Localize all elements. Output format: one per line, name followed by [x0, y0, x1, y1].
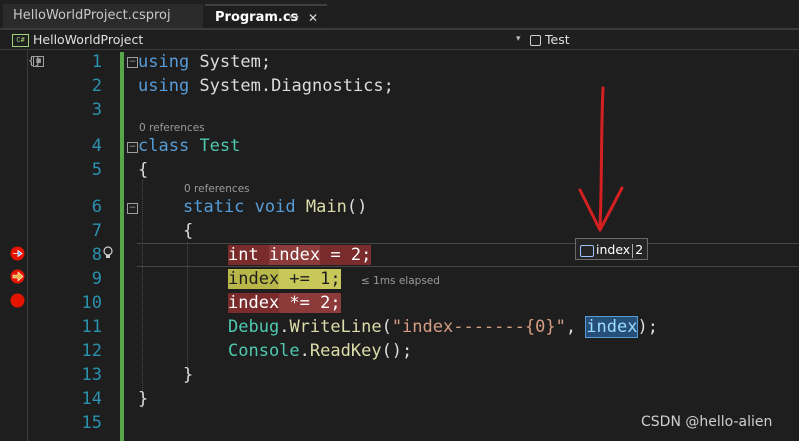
code-line-14: }	[138, 389, 149, 409]
code-line-1: using System;	[138, 52, 272, 72]
datatip-name: index	[596, 242, 631, 257]
collapse-icon[interactable]: −	[127, 203, 138, 214]
tab-label: Program.cs	[215, 10, 299, 25]
breakpoint-icon[interactable]	[10, 293, 25, 308]
code-line-12: Console.ReadKey();	[228, 341, 413, 361]
collapse-icon[interactable]: −	[127, 142, 138, 153]
change-tracking-bar	[120, 52, 124, 441]
line-number: 4	[91, 136, 102, 156]
code-line-4: class Test	[138, 136, 241, 156]
code-line-2: using System.Diagnostics;	[138, 76, 394, 96]
line-number: 11	[81, 317, 102, 337]
line-number: 3	[91, 100, 102, 120]
lightbulb-icon[interactable]	[103, 246, 113, 263]
codelens-references[interactable]: 0 references	[184, 183, 250, 195]
project-name: HelloWorldProject	[33, 32, 144, 47]
annotation-arrow-icon	[578, 86, 624, 232]
line-number: 9	[91, 269, 102, 289]
code-line-7: {	[183, 221, 194, 241]
code-line-9: index += 1;	[228, 269, 341, 289]
execution-arrow-icon[interactable]	[10, 269, 25, 284]
collapse-icon[interactable]: −	[127, 57, 138, 68]
indicator-margin[interactable]: {}	[0, 50, 41, 441]
datatip-value[interactable]: 2	[635, 242, 643, 257]
member-dropdown[interactable]: Test	[530, 31, 570, 48]
code-line-5: {	[138, 160, 149, 180]
line-number: 13	[81, 365, 102, 385]
line-number: 8	[91, 245, 102, 265]
tab-helloworldproject-csproj[interactable]: HelloWorldProject.csproj	[3, 4, 203, 28]
watermark: CSDN @hello-alien	[641, 414, 773, 430]
breakpoint-current-icon[interactable]	[10, 246, 25, 261]
csharp-project-icon: C#	[12, 34, 29, 47]
navigation-bar: C# HelloWorldProject ▾ Test	[0, 30, 799, 50]
line-number: 10	[81, 293, 102, 313]
project-dropdown[interactable]: C# HelloWorldProject	[12, 31, 143, 48]
line-number: 14	[81, 389, 102, 409]
line-number: 5	[91, 160, 102, 180]
member-name: Test	[545, 32, 570, 47]
chevron-down-icon[interactable]: ▾	[516, 31, 521, 48]
code-line-13: }	[183, 365, 194, 385]
close-icon[interactable]: ✕	[308, 6, 318, 30]
pin-icon[interactable]: ⊶	[289, 6, 299, 30]
line-number: 15	[81, 413, 102, 433]
codelens-references[interactable]: 0 references	[139, 122, 205, 134]
tab-program-cs[interactable]: Program.cs ⊶ ✕	[205, 4, 327, 28]
variable-icon	[580, 244, 594, 257]
line-number: 6	[91, 197, 102, 217]
line-number: 12	[81, 341, 102, 361]
outline-start-icon: ▪	[33, 56, 44, 67]
selected-variable: index	[585, 316, 639, 338]
code-line-10: index *= 2;	[228, 293, 341, 313]
class-icon	[530, 35, 541, 46]
code-editor[interactable]: using System; using System.Diagnostics; …	[138, 50, 799, 441]
margin-divider	[27, 50, 28, 441]
perf-tip: ≤ 1ms elapsed	[361, 275, 440, 287]
line-number: 7	[91, 221, 102, 241]
line-number: 1	[91, 52, 102, 72]
code-line-6: static void Main()	[183, 197, 368, 217]
tab-label: HelloWorldProject.csproj	[13, 8, 171, 23]
datatip[interactable]: index 2	[575, 238, 649, 260]
document-tab-bar: HelloWorldProject.csproj Program.cs ⊶ ✕	[0, 0, 799, 30]
code-line-11: Debug.WriteLine("index-------{0}", index…	[228, 316, 658, 338]
line-number: 2	[91, 76, 102, 96]
code-line-8: int index = 2;	[228, 245, 372, 265]
